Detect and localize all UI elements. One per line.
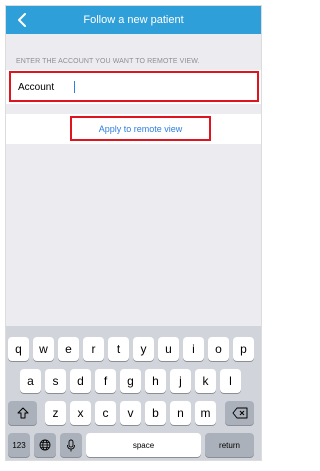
- key-d[interactable]: d: [70, 369, 91, 393]
- key-c[interactable]: c: [95, 401, 116, 425]
- key-n[interactable]: n: [170, 401, 191, 425]
- key-x[interactable]: x: [70, 401, 91, 425]
- app-screen: Follow a new patient ENTER THE ACCOUNT Y…: [5, 5, 262, 461]
- key-u[interactable]: u: [158, 337, 179, 361]
- numbers-key[interactable]: 123: [8, 433, 30, 457]
- keyboard: q w e r t y u i o p a s d f g h j k l z …: [6, 326, 261, 460]
- key-j[interactable]: j: [170, 369, 191, 393]
- key-o[interactable]: o: [208, 337, 229, 361]
- key-a[interactable]: a: [20, 369, 41, 393]
- key-g[interactable]: g: [120, 369, 141, 393]
- key-p[interactable]: p: [233, 337, 254, 361]
- key-q[interactable]: q: [8, 337, 29, 361]
- key-k[interactable]: k: [195, 369, 216, 393]
- globe-key[interactable]: [34, 433, 56, 457]
- key-i[interactable]: i: [183, 337, 204, 361]
- key-t[interactable]: t: [108, 337, 129, 361]
- page-title: Follow a new patient: [83, 14, 184, 26]
- key-f[interactable]: f: [95, 369, 116, 393]
- delete-icon: [232, 407, 247, 419]
- key-s[interactable]: s: [45, 369, 66, 393]
- key-h[interactable]: h: [145, 369, 166, 393]
- microphone-icon: [67, 439, 75, 451]
- key-r[interactable]: r: [83, 337, 104, 361]
- shift-icon: [17, 407, 28, 419]
- key-l[interactable]: l: [220, 369, 241, 393]
- microphone-key[interactable]: [60, 433, 82, 457]
- shift-key[interactable]: [8, 401, 37, 425]
- key-e[interactable]: e: [58, 337, 79, 361]
- section-label: ENTER THE ACCOUNT YOU WANT TO REMOTE VIE…: [16, 58, 200, 65]
- return-key[interactable]: return: [205, 433, 254, 457]
- account-input-highlight: [9, 71, 259, 102]
- space-key[interactable]: space: [86, 433, 201, 457]
- back-button[interactable]: [10, 6, 34, 34]
- delete-key[interactable]: [225, 401, 254, 425]
- key-b[interactable]: b: [145, 401, 166, 425]
- key-v[interactable]: v: [120, 401, 141, 425]
- apply-to-remote-view-button[interactable]: Apply to remote view: [70, 116, 211, 141]
- chevron-left-icon: [18, 13, 26, 27]
- key-w[interactable]: w: [33, 337, 54, 361]
- navigation-bar: Follow a new patient: [6, 6, 261, 34]
- key-m[interactable]: m: [195, 401, 216, 425]
- globe-icon: [39, 439, 51, 451]
- key-y[interactable]: y: [133, 337, 154, 361]
- key-z[interactable]: z: [45, 401, 66, 425]
